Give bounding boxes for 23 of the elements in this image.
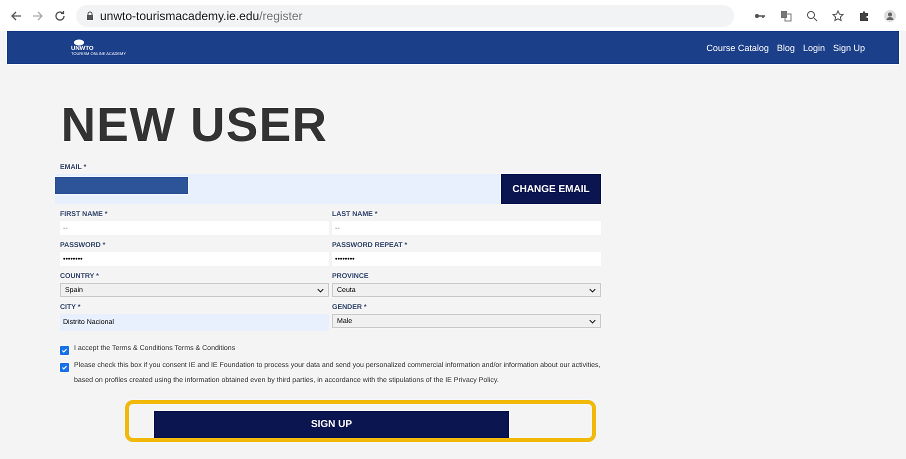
url-text: unwto-tourismacademy.ie.edu/register <box>100 8 303 22</box>
checkbox[interactable] <box>60 363 69 372</box>
reload-icon[interactable] <box>54 10 66 22</box>
logo-icon <box>73 39 85 46</box>
chevron-icon <box>317 288 324 292</box>
address-bar[interactable]: unwto-tourismacademy.ie.edu/register <box>76 4 734 26</box>
nav-link[interactable]: Login <box>802 42 825 52</box>
page-heading: NEW USER <box>61 98 329 154</box>
translate-icon[interactable] <box>780 10 792 22</box>
nav-link[interactable]: Blog <box>776 42 795 52</box>
checkbox[interactable] <box>60 346 69 355</box>
change-email-button[interactable]: CHANGE EMAIL <box>501 174 601 204</box>
profile-icon[interactable] <box>884 10 896 22</box>
zoom-icon[interactable] <box>806 10 818 22</box>
nav-link[interactable]: Course Catalog <box>706 42 769 52</box>
chevron-icon <box>589 288 596 292</box>
chevron-icon <box>589 318 596 324</box>
nav-link[interactable]: Sign Up <box>832 42 865 52</box>
lock-icon <box>86 10 94 20</box>
puzzle-icon[interactable] <box>858 10 870 22</box>
star-icon[interactable] <box>832 10 844 22</box>
back-arrow-icon[interactable] <box>10 10 22 22</box>
sign-up-button[interactable]: SIGN UP <box>154 411 509 438</box>
